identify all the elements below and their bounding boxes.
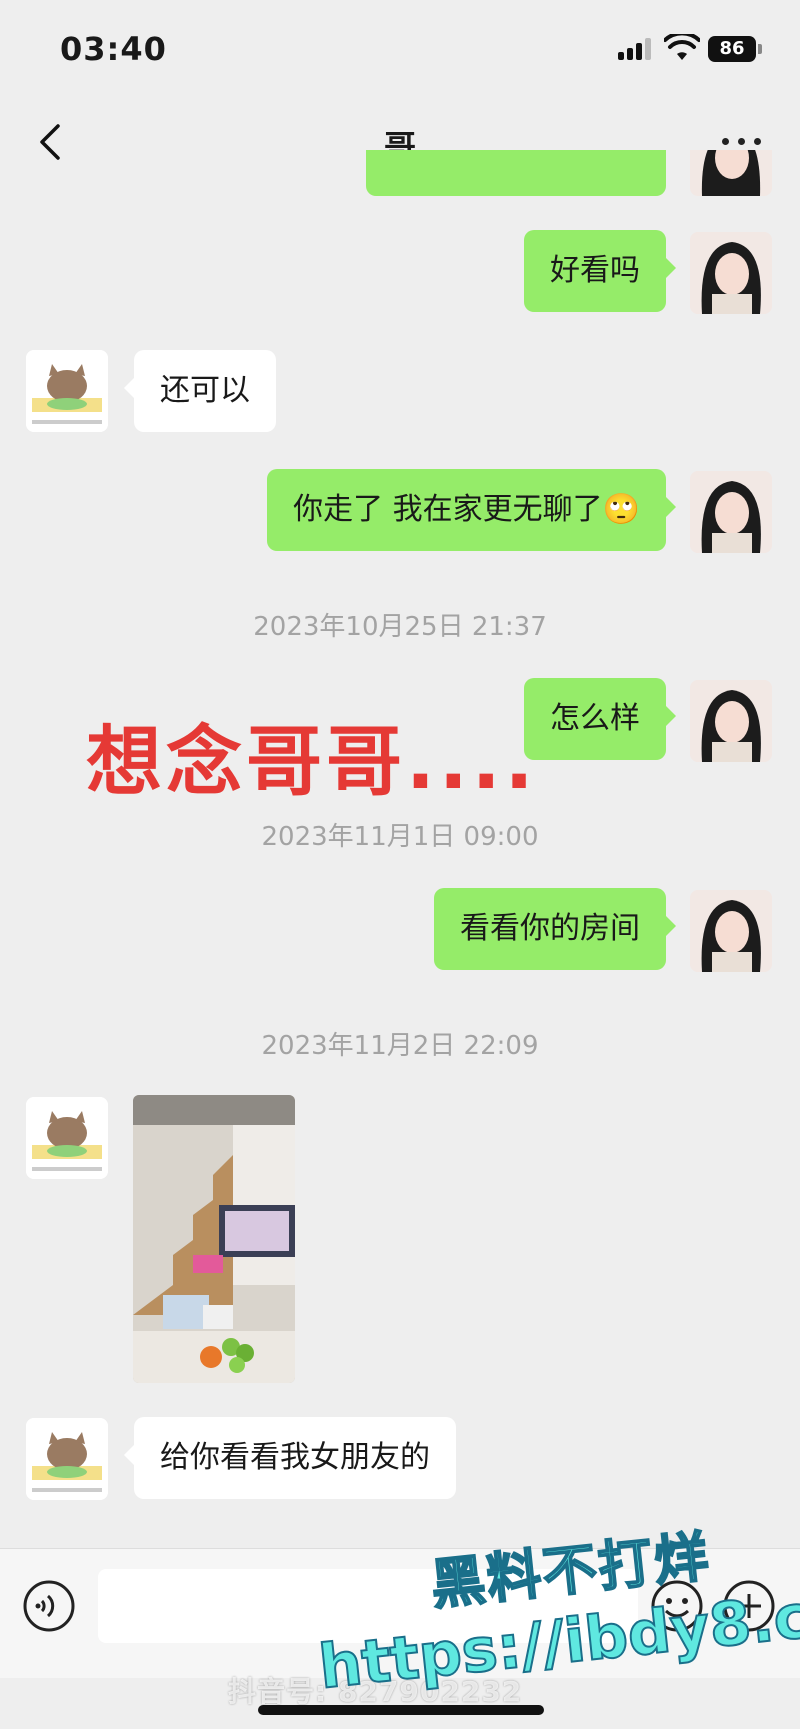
- self-avatar[interactable]: [690, 471, 772, 553]
- contact-avatar[interactable]: [26, 1097, 108, 1179]
- message-bubble-sent[interactable]: 你走了 我在家更无聊了🙄: [267, 469, 676, 551]
- battery-indicator: 86: [708, 36, 756, 62]
- cellular-signal-icon: [618, 38, 654, 60]
- self-avatar[interactable]: [690, 150, 772, 196]
- message-bubble-sent[interactable]: 好看吗: [524, 230, 676, 312]
- self-avatar[interactable]: [690, 232, 772, 314]
- timestamp: 2023年11月1日 09:00: [261, 822, 539, 852]
- wifi-icon: [664, 34, 700, 60]
- contact-avatar[interactable]: [26, 350, 108, 432]
- voice-icon[interactable]: [22, 1579, 76, 1633]
- status-time: 03:40: [60, 30, 167, 68]
- contact-avatar[interactable]: [26, 1418, 108, 1500]
- timestamp: 2023年11月2日 22:09: [261, 1031, 539, 1061]
- self-avatar[interactable]: [690, 890, 772, 972]
- status-bar: 03:40 86: [0, 0, 800, 100]
- home-indicator: [258, 1705, 544, 1715]
- message-bubble-partial: [366, 150, 666, 196]
- self-avatar[interactable]: [690, 680, 772, 762]
- room-photo-message[interactable]: [133, 1095, 295, 1383]
- message-bubble-received[interactable]: 还可以: [124, 350, 276, 432]
- message-bubble-sent[interactable]: 怎么样: [524, 678, 676, 760]
- site-watermark: 黑料不打烊 https://ibdy8.com: [307, 1503, 800, 1729]
- overlay-caption: 想念哥哥....: [86, 717, 538, 806]
- message-bubble-sent[interactable]: 看看你的房间: [434, 888, 676, 970]
- timestamp: 2023年10月25日 21:37: [253, 612, 547, 642]
- message-bubble-received[interactable]: 给你看看我女朋友的: [124, 1417, 456, 1499]
- battery-cap: [758, 44, 762, 54]
